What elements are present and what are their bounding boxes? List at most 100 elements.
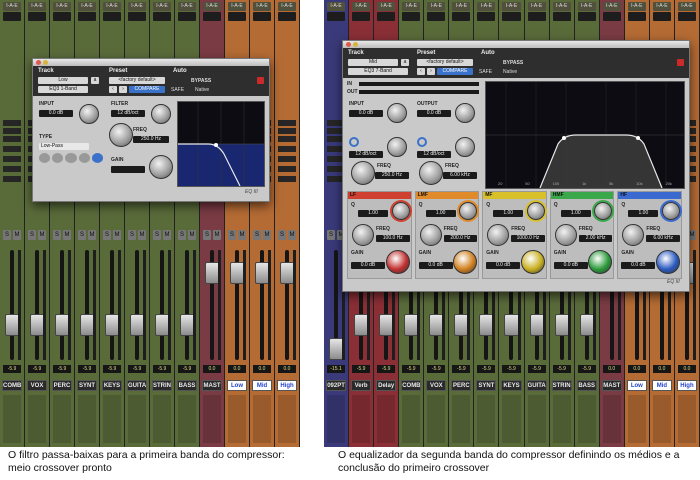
hpf-enable-icon[interactable]: [349, 137, 359, 147]
insert-slot[interactable]: [427, 12, 446, 21]
track-name[interactable]: Low: [227, 380, 247, 391]
insert-slot[interactable]: I-A-E: [153, 2, 171, 11]
mute-button[interactable]: M: [163, 230, 171, 240]
insert-slot[interactable]: I-A-E: [527, 2, 546, 11]
mute-button[interactable]: M: [288, 230, 296, 240]
mute-button[interactable]: M: [13, 230, 21, 240]
insert-slot[interactable]: [477, 12, 496, 21]
track-b-button[interactable]: a: [401, 59, 409, 66]
type-selector[interactable]: Low-Pass: [39, 143, 89, 150]
insert-slot[interactable]: I-A-E: [78, 2, 96, 11]
track-name[interactable]: MAST: [601, 380, 622, 391]
freq-knob[interactable]: [419, 224, 442, 246]
band-header[interactable]: HMF: [550, 192, 614, 199]
insert-slot[interactable]: [502, 12, 521, 21]
band-header[interactable]: LMF: [415, 192, 479, 199]
safe-button[interactable]: SAFE: [171, 87, 184, 93]
hpf-slope-knob[interactable]: [387, 137, 407, 157]
freq-knob[interactable]: [554, 224, 577, 246]
gain-knob[interactable]: [655, 250, 680, 274]
lpf-freq-value[interactable]: 6.00 kHz: [443, 172, 477, 179]
insert-slot[interactable]: [652, 12, 671, 21]
io-selector[interactable]: [3, 156, 21, 162]
io-selector[interactable]: [3, 128, 21, 134]
insert-slot[interactable]: [327, 12, 346, 21]
io-selector[interactable]: [3, 176, 21, 182]
gain-knob[interactable]: [149, 155, 173, 179]
gain-value[interactable]: [111, 166, 145, 173]
freq-knob[interactable]: [109, 123, 133, 147]
solo-button[interactable]: S: [253, 230, 261, 240]
lpf-slope-knob[interactable]: [455, 137, 475, 157]
mute-button[interactable]: M: [63, 230, 71, 240]
insert-slot[interactable]: [228, 12, 246, 21]
insert-slot[interactable]: I-A-E: [502, 2, 521, 11]
solo-button[interactable]: S: [3, 230, 11, 240]
track-name[interactable]: VOX: [27, 380, 47, 391]
track-name[interactable]: Mid: [252, 380, 272, 391]
insert-slot[interactable]: I-A-E: [103, 2, 121, 11]
track-name[interactable]: High: [277, 380, 297, 391]
freq-value[interactable]: 100.0 Hz: [376, 235, 410, 242]
q-knob[interactable]: [391, 202, 410, 220]
gain-knob[interactable]: [385, 250, 410, 274]
insert-slot[interactable]: I-A-E: [477, 2, 496, 11]
filter-type-hpf-icon[interactable]: [39, 153, 51, 163]
insert-slot[interactable]: [253, 12, 271, 21]
output-gain-knob[interactable]: [455, 103, 475, 123]
freq-value[interactable]: 6.00 kHz: [646, 235, 680, 242]
track-name[interactable]: Verb: [351, 380, 372, 391]
compare-button[interactable]: COMPARE: [129, 86, 165, 93]
solo-button[interactable]: S: [28, 230, 36, 240]
q-knob[interactable]: [526, 202, 545, 220]
solo-button[interactable]: S: [53, 230, 61, 240]
gain-value[interactable]: 0.0 dB: [621, 262, 656, 269]
input-gain-knob[interactable]: [79, 104, 99, 124]
solo-button[interactable]: S: [228, 230, 236, 240]
mute-button[interactable]: M: [188, 230, 196, 240]
track-name[interactable]: MAST: [202, 380, 222, 391]
insert-slot[interactable]: [627, 12, 646, 21]
mute-button[interactable]: M: [38, 230, 46, 240]
insert-slot[interactable]: [677, 12, 696, 21]
band-header[interactable]: MF: [483, 192, 546, 199]
track-name[interactable]: VOX: [426, 380, 447, 391]
insert-slot[interactable]: [3, 12, 21, 21]
insert-slot[interactable]: I-A-E: [602, 2, 621, 11]
track-name[interactable]: STRIN: [551, 380, 572, 391]
freq-value[interactable]: 1000.0 Hz: [511, 235, 545, 242]
io-selector[interactable]: [278, 156, 296, 162]
plugin-selector[interactable]: EQ3 1-Band: [38, 86, 88, 93]
freq-knob[interactable]: [487, 224, 510, 246]
track-name[interactable]: High: [676, 380, 697, 391]
solo-button[interactable]: S: [128, 230, 136, 240]
compare-button[interactable]: COMPARE: [437, 68, 473, 75]
freq-knob[interactable]: [352, 224, 374, 246]
track-name[interactable]: SYNT: [77, 380, 97, 391]
solo-button[interactable]: S: [178, 230, 186, 240]
q-value[interactable]: 1.00: [560, 210, 591, 217]
track-name[interactable]: KEYS: [102, 380, 122, 391]
freq-value[interactable]: 250.0 Hz: [133, 136, 169, 143]
track-name[interactable]: SYNT: [476, 380, 497, 391]
insert-slot[interactable]: I-A-E: [327, 2, 346, 11]
track-name[interactable]: COMB: [401, 380, 422, 391]
gain-knob[interactable]: [453, 250, 478, 274]
io-selector[interactable]: [278, 166, 296, 172]
freq-value[interactable]: 2.00 kHz: [578, 235, 613, 242]
input-value[interactable]: 0.0 dB: [39, 110, 73, 117]
track-selector[interactable]: Low: [38, 77, 88, 84]
eq-curve-graph[interactable]: 20 50 100 1k 5k 10k 20k: [485, 81, 685, 189]
solo-button[interactable]: S: [327, 230, 336, 240]
bypass-button[interactable]: BYPASS: [503, 60, 523, 66]
io-selector[interactable]: [278, 128, 296, 134]
io-selector[interactable]: [278, 136, 296, 142]
gain-value[interactable]: 0.0 dB: [351, 262, 385, 269]
insert-slot[interactable]: I-A-E: [427, 2, 446, 11]
insert-slot[interactable]: [352, 12, 371, 21]
insert-slot[interactable]: [153, 12, 171, 21]
insert-slot[interactable]: I-A-E: [627, 2, 646, 11]
insert-slot[interactable]: [602, 12, 621, 21]
lpf-enable-icon[interactable]: [417, 137, 427, 147]
insert-slot[interactable]: I-A-E: [552, 2, 571, 11]
